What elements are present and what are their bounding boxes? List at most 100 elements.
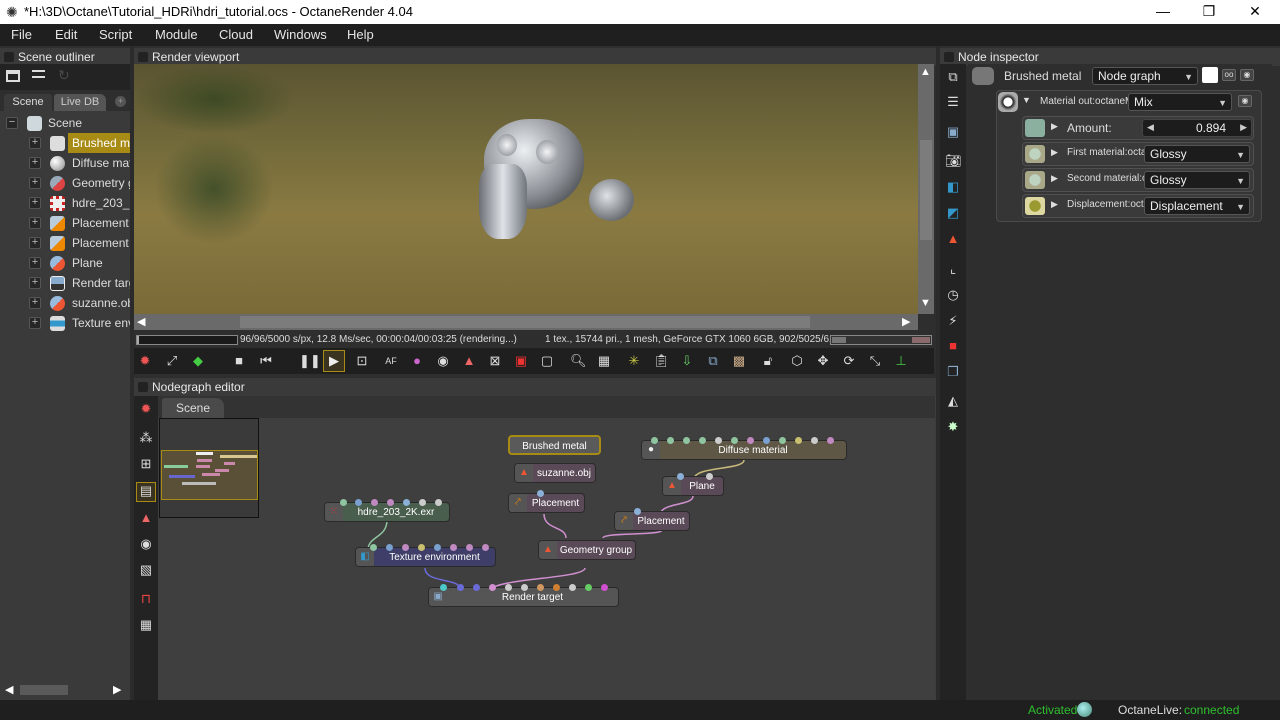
amount-slider[interactable]: ◀ 0.894 ▶	[1142, 119, 1252, 137]
scroll-right-arrow[interactable]: ▶	[902, 315, 910, 328]
reset-camera-icon[interactable]: ✹	[137, 353, 153, 369]
expand-triangle-icon[interactable]: ▶	[1051, 199, 1058, 210]
node-geometry-group[interactable]: ▲ Geometry group	[538, 540, 636, 560]
environment-icon[interactable]: ◧	[945, 179, 961, 195]
collapse-all-icon[interactable]: ☰	[945, 94, 961, 110]
object-picker-icon[interactable]: ▲	[461, 353, 477, 369]
expand-toggle[interactable]: +	[29, 277, 41, 289]
material-type-dropdown[interactable]: Mix ▼	[1128, 93, 1232, 111]
expand-toggle[interactable]: +	[29, 197, 41, 209]
node-pin[interactable]	[371, 499, 378, 506]
node-pin[interactable]	[473, 584, 480, 591]
white-balance-picker-icon[interactable]: ●	[409, 353, 425, 369]
scrollbar-thumb[interactable]	[240, 316, 810, 328]
node-mode-dropdown[interactable]: Node graph ▼	[1092, 67, 1198, 85]
node-pin[interactable]	[811, 437, 818, 444]
node-pin[interactable]	[505, 584, 512, 591]
expand-toggle[interactable]: +	[29, 297, 41, 309]
expand-triangle-icon[interactable]: ▼	[1022, 95, 1031, 105]
expand-triangle-icon[interactable]: ▶	[1051, 121, 1058, 132]
close-button[interactable]: ✕	[1232, 0, 1278, 24]
camera-icon[interactable]: 📷︎	[945, 153, 962, 169]
node-pin[interactable]	[340, 499, 347, 506]
node-suzanne[interactable]: ▲ suzanne.obj	[514, 463, 596, 483]
expand-toggle[interactable]: +	[29, 177, 41, 189]
node-pin[interactable]	[418, 544, 425, 551]
menu-script[interactable]: Script	[99, 27, 132, 42]
stop-render-button[interactable]: ■	[231, 353, 247, 369]
camera-target-picker-icon[interactable]: ⊠	[487, 353, 503, 369]
expand-toggle[interactable]: +	[29, 157, 41, 169]
render-priority-icon[interactable]: ✳	[626, 353, 642, 369]
node-pin[interactable]	[403, 499, 410, 506]
preview-eye-icon[interactable]: ◉	[1238, 95, 1252, 107]
node-pin[interactable]	[482, 544, 489, 551]
recenter-icon[interactable]: ✹	[138, 401, 154, 417]
scroll-down-arrow[interactable]: ▼	[920, 297, 931, 309]
node-pin[interactable]	[827, 437, 834, 444]
tree-item-diffuse-material[interactable]: + Diffuse material	[0, 153, 130, 173]
grid-settings-icon[interactable]: ▦	[138, 617, 154, 633]
node-pin[interactable]	[779, 437, 786, 444]
pause-render-button[interactable]: ❚❚	[299, 353, 321, 369]
node-pin[interactable]	[553, 584, 560, 591]
tree-item-placement-1[interactable]: + Placement	[0, 213, 130, 233]
node-pin[interactable]	[450, 544, 457, 551]
refresh-icon[interactable]: ↻	[58, 67, 70, 84]
film-settings-icon[interactable]: ⌞	[945, 261, 961, 277]
node-placement-1[interactable]: ⤤ Placement	[508, 493, 585, 513]
panel-toggle-checkbox[interactable]	[138, 382, 148, 392]
minimize-button[interactable]: —	[1140, 0, 1186, 24]
scroll-right-arrow[interactable]: ▶	[113, 683, 121, 696]
nodegraph-tab-scene[interactable]: Scene	[162, 398, 224, 418]
menu-module[interactable]: Module	[155, 27, 198, 42]
scroll-up-arrow[interactable]: ▲	[920, 66, 931, 78]
node-pin[interactable]	[537, 584, 544, 591]
node-pin[interactable]	[521, 584, 528, 591]
tree-item-plane[interactable]: + Plane	[0, 253, 130, 273]
menu-help[interactable]: Help	[347, 27, 374, 42]
node-pin[interactable]	[795, 437, 802, 444]
node-texture-environment[interactable]: ◧ Texture environment	[355, 547, 496, 567]
node-pin[interactable]	[419, 499, 426, 506]
node-pin[interactable]	[355, 499, 362, 506]
region-render-icon[interactable]: ⊡	[354, 353, 370, 369]
outliner-hscrollbar[interactable]	[20, 685, 108, 695]
collapse-all-icon[interactable]	[32, 70, 45, 78]
preview-sphere-icon[interactable]: ◉	[138, 536, 154, 552]
node-plane[interactable]: ▲ Plane	[662, 476, 724, 496]
node-pin[interactable]	[699, 437, 706, 444]
viewport-box-icon[interactable]: ⬡	[789, 353, 805, 369]
render-layer-icon[interactable]: ■	[945, 338, 961, 354]
rearrange-recursive-icon[interactable]: ⊞	[138, 456, 154, 472]
nodegraph-canvas[interactable]: Brushed metal ▲ suzanne.obj ⤤ Placement ⤤ P…	[158, 418, 935, 700]
expand-toggle[interactable]: +	[29, 237, 41, 249]
node-pin[interactable]	[585, 584, 592, 591]
node-placement-2[interactable]: ⤤ Placement	[614, 511, 690, 531]
kernel-icon[interactable]: ⚡︎	[945, 313, 961, 329]
node-pin[interactable]	[677, 473, 684, 480]
node-pin[interactable]	[440, 584, 447, 591]
copy-clipboard-icon[interactable]: 📋︎	[653, 353, 670, 369]
node-pin[interactable]	[402, 544, 409, 551]
node-brushed-metal[interactable]: Brushed metal	[508, 435, 601, 455]
move-gizmo-icon[interactable]: ✥	[815, 353, 831, 369]
panel-toggle-checkbox[interactable]	[944, 52, 954, 62]
tab-live-db[interactable]: Live DB	[54, 94, 106, 111]
node-pin[interactable]	[731, 437, 738, 444]
menu-edit[interactable]: Edit	[55, 27, 77, 42]
rotate-gizmo-icon[interactable]: ⟳	[841, 353, 857, 369]
post-processing-icon[interactable]: ✸	[945, 419, 961, 435]
export-passes-icon[interactable]: ⧉	[705, 353, 721, 369]
tree-item-placement-2[interactable]: + Placement	[0, 233, 130, 253]
restart-render-button[interactable]: ⏮	[258, 353, 274, 369]
preview-eye-icon[interactable]: ◉	[1240, 69, 1254, 81]
node-pin[interactable]	[387, 499, 394, 506]
node-pin[interactable]	[466, 544, 473, 551]
autofocus-picker-icon[interactable]: AF	[383, 353, 399, 369]
increment-arrow[interactable]: ▶	[1240, 122, 1247, 133]
preview-material-icon[interactable]: ▤	[136, 482, 156, 502]
node-color-swatch[interactable]	[972, 67, 994, 85]
scroll-left-arrow[interactable]: ◀	[5, 683, 13, 696]
decrement-arrow[interactable]: ◀	[1147, 122, 1154, 133]
